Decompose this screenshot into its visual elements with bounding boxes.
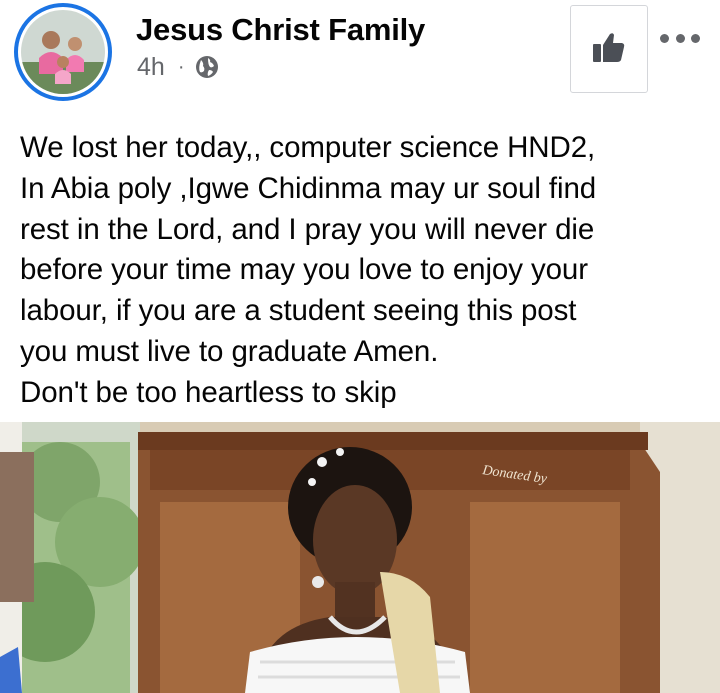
thumbs-up-icon [592, 31, 626, 68]
more-dot [675, 33, 685, 43]
meta-separator: · [177, 55, 185, 78]
more-options-button[interactable] [660, 28, 700, 48]
post-message: We lost her today,, computer science HND… [20, 131, 597, 409]
like-page-button[interactable] [570, 5, 648, 93]
globe-icon [195, 55, 219, 79]
post-meta: 4h · [137, 52, 219, 82]
post-header: Jesus Christ Family 4h · [0, 0, 720, 115]
post-photo[interactable]: Donated by [0, 422, 720, 693]
post-timestamp[interactable]: 4h [137, 53, 165, 82]
more-dot [660, 33, 669, 43]
more-dot [691, 33, 700, 43]
facebook-post: Jesus Christ Family 4h · We lost her tod… [0, 0, 720, 693]
page-name[interactable]: Jesus Christ Family [136, 12, 425, 48]
avatar-image [21, 10, 105, 94]
page-avatar[interactable] [14, 3, 112, 101]
